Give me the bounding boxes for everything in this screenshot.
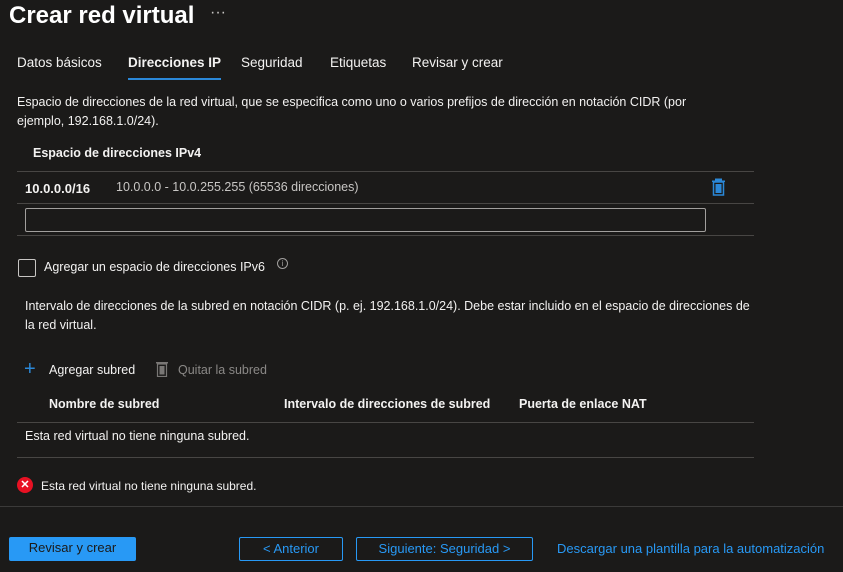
trash-icon: [156, 361, 168, 380]
tab-seguridad[interactable]: Seguridad: [241, 55, 303, 70]
next-button[interactable]: Siguiente: Seguridad >: [356, 537, 533, 561]
column-header-address-range[interactable]: Intervalo de direcciones de subred: [284, 395, 490, 414]
review-create-button[interactable]: Revisar y crear: [9, 537, 136, 561]
previous-button[interactable]: < Anterior: [239, 537, 343, 561]
empty-table-message: Esta red virtual no tiene ninguna subred…: [25, 429, 250, 443]
divider: [17, 422, 754, 423]
tab-datos-basicos[interactable]: Datos básicos: [17, 55, 102, 70]
divider: [17, 235, 754, 236]
tab-etiquetas[interactable]: Etiquetas: [330, 55, 386, 70]
ipv6-checkbox[interactable]: [18, 259, 36, 277]
ipv4-header: Espacio de direcciones IPv4: [33, 146, 202, 160]
error-icon: ✕: [17, 477, 33, 493]
more-options-button[interactable]: ···: [210, 4, 226, 22]
address-space-input[interactable]: [25, 208, 706, 232]
ipv4-range: 10.0.0.0 - 10.0.255.255 (65536 direccion…: [116, 180, 359, 194]
footer-divider: [0, 506, 843, 507]
tab-revisar-y-crear[interactable]: Revisar y crear: [412, 55, 503, 70]
add-icon[interactable]: +: [24, 359, 36, 379]
divider: [17, 457, 754, 458]
add-subnet-button[interactable]: Agregar subred: [49, 361, 135, 380]
column-header-nat-gateway[interactable]: Puerta de enlace NAT: [519, 395, 647, 414]
page-title: Crear red virtual: [9, 2, 195, 29]
error-message: Esta red virtual no tiene ninguna subred…: [41, 479, 257, 493]
ipv4-cidr: 10.0.0.0/16: [25, 181, 91, 196]
divider: [17, 203, 754, 204]
address-space-description: Espacio de direcciones de la red virtual…: [17, 95, 687, 128]
divider: [17, 171, 754, 172]
remove-subnet-button: Quitar la subred: [178, 363, 267, 377]
subnet-description: Intervalo de direcciones de la subred en…: [25, 299, 750, 332]
delete-icon[interactable]: [711, 178, 726, 199]
tab-direcciones-ip[interactable]: Direcciones IP: [128, 55, 222, 80]
ipv6-checkbox-label: Agregar un espacio de direcciones IPv6: [44, 260, 265, 274]
info-icon[interactable]: i: [277, 258, 288, 269]
column-header-subnet-name[interactable]: Nombre de subred: [49, 395, 159, 414]
download-template-link[interactable]: Descargar una plantilla para la automati…: [557, 541, 824, 556]
